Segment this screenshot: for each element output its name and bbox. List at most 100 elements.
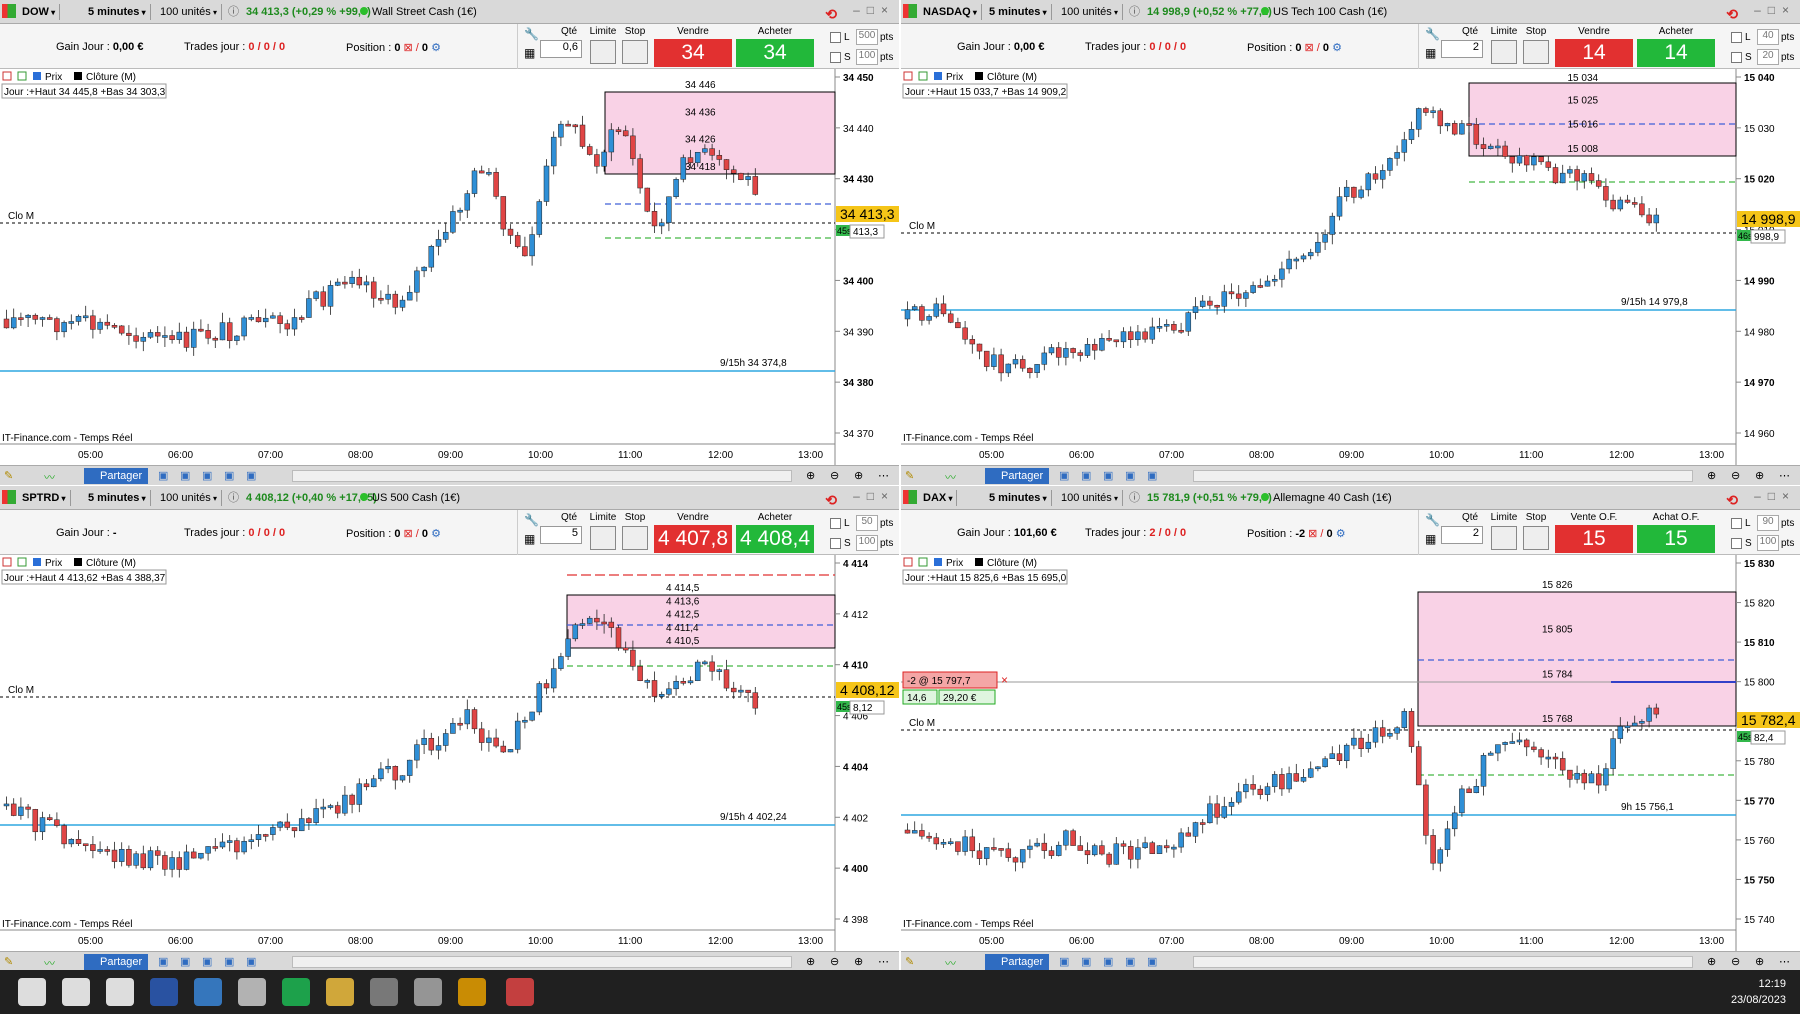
layout-icon[interactable]: ▣ <box>1059 955 1073 969</box>
zoom-in-icon[interactable]: ⊕ <box>1755 469 1769 483</box>
price-chart[interactable]: Prix Clôture (M) Jour :+Haut 4 413,62 +Bas… <box>0 555 899 951</box>
close-position-icon[interactable]: ⊠ / <box>1305 528 1326 540</box>
list-icon[interactable]: ▣ <box>1103 955 1117 969</box>
share-button[interactable]: Partager <box>985 468 1050 484</box>
wrench-icon[interactable]: 🔧 <box>524 27 539 41</box>
trading-icon[interactable] <box>506 978 534 1006</box>
sync-icon[interactable]: ⟲ <box>1726 6 1738 23</box>
indicator-icon[interactable]: 〰 <box>44 955 58 970</box>
limit-order-button[interactable] <box>590 526 616 550</box>
symbol-selector[interactable]: SPTRD <box>18 490 71 506</box>
symbol-selector[interactable]: NASDAQ <box>919 4 982 20</box>
stop-order-button[interactable] <box>1523 40 1549 64</box>
chrome-icon[interactable] <box>458 978 486 1006</box>
share-button[interactable]: Partager <box>84 468 149 484</box>
calculator-icon[interactable]: ▦ <box>1425 532 1436 546</box>
horizontal-scrollbar[interactable] <box>1193 956 1693 968</box>
zoom-out-icon[interactable]: ⊖ <box>830 469 844 483</box>
tools-icon[interactable]: ▣ <box>1147 469 1161 483</box>
zoom-in-icon[interactable]: ⊕ <box>854 469 868 483</box>
price-chart[interactable]: Prix Clôture (M) Jour :+Haut 15 033,7 +Bas… <box>901 69 1800 465</box>
info-icon[interactable]: ⓘ <box>1129 4 1140 20</box>
list-icon[interactable]: ▣ <box>1103 469 1117 483</box>
tools-icon[interactable]: ▣ <box>246 469 260 483</box>
zoom-fit-icon[interactable]: ⊕ <box>1707 955 1721 969</box>
calculator-icon[interactable]: ▦ <box>1425 46 1436 60</box>
info-icon[interactable]: ⓘ <box>228 4 239 20</box>
sync-icon[interactable]: ⟲ <box>825 6 837 23</box>
S-pts-input[interactable]: 100 <box>856 49 878 65</box>
zoom-out-icon[interactable]: ⊖ <box>1731 955 1745 969</box>
zoom-fit-icon[interactable]: ⊕ <box>1707 469 1721 483</box>
orders-icon[interactable]: ⚙ <box>428 528 441 540</box>
sell-button[interactable]: 14 997,9 <box>1555 39 1633 92</box>
zoom-fit-icon[interactable]: ⊕ <box>806 469 820 483</box>
list-icon[interactable]: ▣ <box>202 469 216 483</box>
task-view-icon[interactable] <box>106 978 134 1006</box>
window-controls[interactable]: –□× <box>853 489 895 503</box>
orders-icon[interactable]: ⚙ <box>1333 528 1346 540</box>
folder-icon[interactable] <box>326 978 354 1006</box>
info-icon[interactable]: ⓘ <box>1129 490 1140 506</box>
timeframe-selector[interactable]: 5 minutes <box>985 490 1052 506</box>
wrench-icon[interactable]: 🔧 <box>524 513 539 527</box>
buy-button[interactable]: 34 415,1 <box>736 39 814 92</box>
limit-order-button[interactable] <box>590 40 616 64</box>
S-checkbox[interactable] <box>1731 538 1742 549</box>
zoom-out-icon[interactable]: ⊖ <box>1731 469 1745 483</box>
compare-icon[interactable]: ▣ <box>224 955 238 969</box>
explorer-icon[interactable] <box>238 978 266 1006</box>
grid-icon[interactable]: ▣ <box>1081 955 1095 969</box>
wrench-icon[interactable]: 🔧 <box>1425 513 1440 527</box>
stop-order-button[interactable] <box>622 40 648 64</box>
orders-icon[interactable]: ⚙ <box>1329 42 1342 54</box>
calculator-icon[interactable] <box>370 978 398 1006</box>
system-clock[interactable]: 12:19 23/08/2023 <box>1731 976 1786 1008</box>
layout-icon[interactable]: ▣ <box>1059 469 1073 483</box>
units-selector[interactable]: 100 unités <box>1057 490 1124 506</box>
wrench-icon[interactable]: 🔧 <box>1425 27 1440 41</box>
grid-icon[interactable]: ▣ <box>180 469 194 483</box>
compare-icon[interactable]: ▣ <box>224 469 238 483</box>
L-checkbox[interactable] <box>830 32 841 43</box>
symbol-selector[interactable]: DOW <box>18 4 61 20</box>
crosshair-icon[interactable]: ⋯ <box>878 469 892 483</box>
horizontal-scrollbar[interactable] <box>292 470 792 482</box>
list-icon[interactable]: ▣ <box>202 955 216 969</box>
tools-icon[interactable]: ▣ <box>1147 955 1161 969</box>
horizontal-scrollbar[interactable] <box>1193 470 1693 482</box>
compare-icon[interactable]: ▣ <box>1125 469 1139 483</box>
compare-icon[interactable]: ▣ <box>1125 955 1139 969</box>
qty-input[interactable]: 2 <box>1441 526 1483 544</box>
window-controls[interactable]: –□× <box>1754 3 1796 17</box>
stop-order-button[interactable] <box>1523 526 1549 550</box>
zoom-in-icon[interactable]: ⊕ <box>854 955 868 969</box>
L-checkbox[interactable] <box>830 518 841 529</box>
S-checkbox[interactable] <box>830 538 841 549</box>
buy-button[interactable]: 4 408,4 <box>736 525 814 553</box>
search-icon[interactable] <box>62 978 90 1006</box>
crosshair-icon[interactable]: ⋯ <box>1779 469 1793 483</box>
L-pts-input[interactable]: 90 <box>1757 515 1779 531</box>
timeframe-selector[interactable]: 5 minutes <box>84 4 151 20</box>
price-chart[interactable]: Prix Clôture (M) Jour :+Haut 15 825,6 +Bas… <box>901 555 1800 951</box>
window-controls[interactable]: –□× <box>1754 489 1796 503</box>
timeframe-selector[interactable]: 5 minutes <box>84 490 151 506</box>
limit-order-button[interactable] <box>1491 40 1517 64</box>
timeframe-selector[interactable]: 5 minutes <box>985 4 1052 20</box>
indicator-icon[interactable]: 〰 <box>945 955 959 970</box>
L-pts-input[interactable]: 500 <box>856 29 878 45</box>
layout-icon[interactable]: ▣ <box>158 469 172 483</box>
sync-icon[interactable]: ⟲ <box>825 492 837 509</box>
S-checkbox[interactable] <box>830 52 841 63</box>
share-button[interactable]: Partager <box>84 954 149 970</box>
qty-input[interactable]: 0,6 <box>540 40 582 58</box>
L-checkbox[interactable] <box>1731 518 1742 529</box>
window-controls[interactable]: –□× <box>853 3 895 17</box>
crosshair-icon[interactable]: ⋯ <box>878 955 892 969</box>
share-button[interactable]: Partager <box>985 954 1050 970</box>
close-position-icon[interactable]: ⊠ / <box>400 42 421 54</box>
crosshair-icon[interactable]: ⋯ <box>1779 955 1793 969</box>
spotify-icon[interactable] <box>282 978 310 1006</box>
info-icon[interactable]: ⓘ <box>228 490 239 506</box>
